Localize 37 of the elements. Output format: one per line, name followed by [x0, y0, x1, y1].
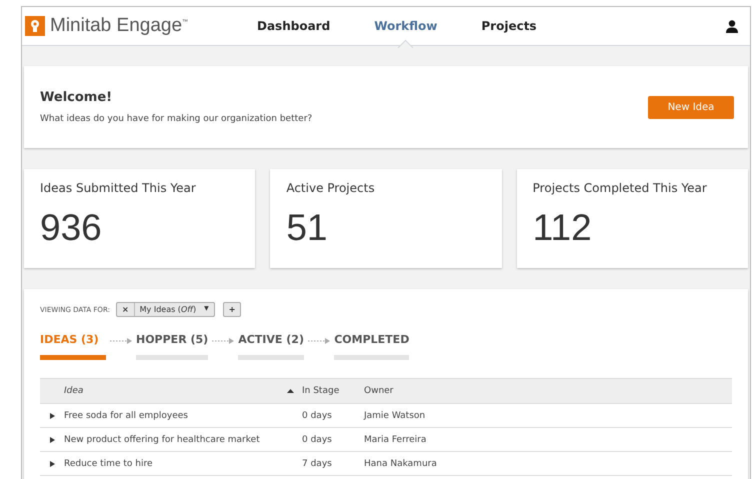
stat-value: 51: [286, 207, 328, 249]
add-filter-button[interactable]: +: [222, 302, 242, 317]
stat-label: Projects Completed This Year: [532, 181, 708, 195]
stage-tab[interactable]: ACTIVE (2): [238, 333, 304, 360]
nav-tab[interactable]: Dashboard: [255, 7, 332, 46]
welcome-text: What ideas do you have for making our organization better?: [40, 114, 312, 124]
stat-value: 112: [532, 207, 593, 249]
column-header[interactable]: Idea: [64, 386, 84, 396]
stat-label: Active Projects: [286, 181, 376, 195]
table-cell: Reduce time to hire: [64, 458, 152, 468]
stat-label: Ideas Submitted This Year: [40, 181, 197, 195]
table-cell: Maria Ferreira: [364, 434, 426, 444]
user-icon[interactable]: [726, 20, 738, 32]
bulb-logo-icon: [25, 16, 45, 36]
welcome-title: Welcome!: [40, 90, 114, 105]
remove-filter-button[interactable]: ×: [116, 303, 135, 316]
table-cell: 7 days: [302, 458, 332, 468]
dotted-arrow-icon: [110, 338, 132, 344]
column-header[interactable]: Owner: [364, 386, 394, 396]
stage-tab[interactable]: HOPPER (5): [136, 333, 208, 360]
dotted-arrow-icon: [308, 338, 330, 344]
nav-tab[interactable]: Projects: [479, 7, 539, 46]
stage-tab[interactable]: COMPLETED: [334, 333, 410, 360]
stat-value: 936: [40, 207, 103, 249]
table-cell: Jamie Watson: [364, 410, 426, 420]
app-title: Minitab Engage$^{™}$: [50, 15, 188, 37]
expand-icon[interactable]: [50, 412, 55, 418]
table-cell: 0 days: [302, 434, 332, 444]
sort-up-icon[interactable]: [287, 389, 294, 393]
column-header[interactable]: In Stage: [302, 386, 340, 396]
table-cell: New product offering for healthcare market: [64, 434, 260, 444]
table-cell: Free soda for all employees: [64, 410, 188, 420]
table-cell: Hana Nakamura: [364, 458, 437, 468]
expand-icon[interactable]: [50, 436, 55, 442]
table-cell: 0 days: [302, 410, 332, 420]
expand-icon[interactable]: [50, 460, 55, 466]
dotted-arrow-icon: [212, 338, 234, 344]
